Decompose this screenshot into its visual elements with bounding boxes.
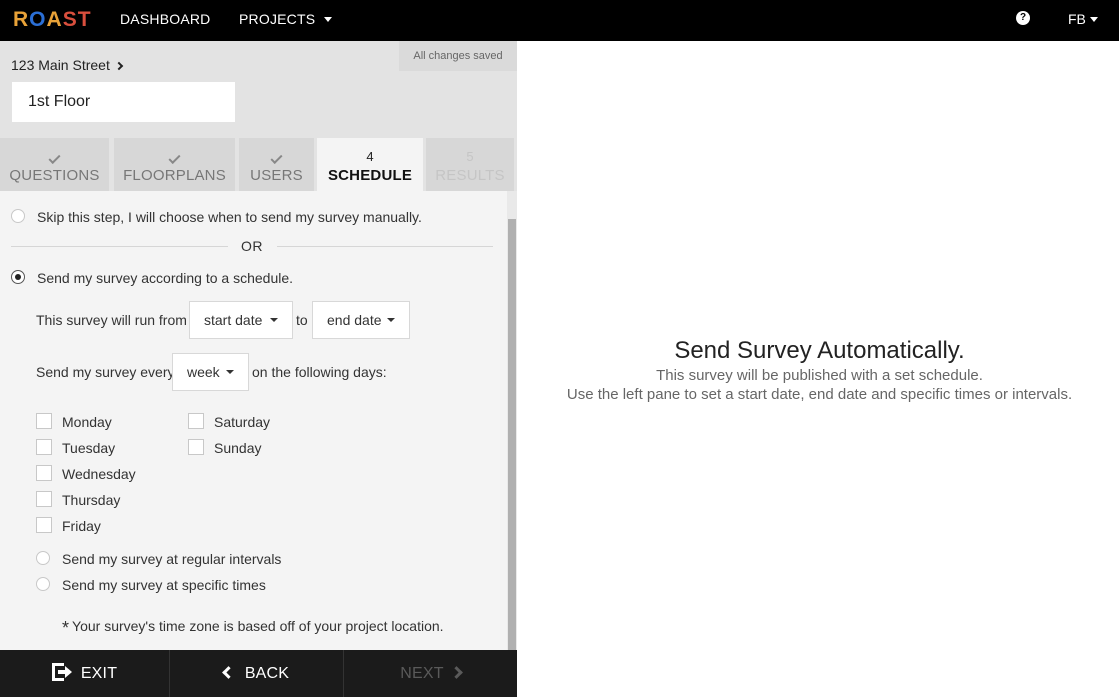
divider [11,246,228,247]
specific-times-radio[interactable] [36,577,50,591]
day-label: Monday [62,414,112,430]
skip-radio[interactable] [11,209,25,223]
caret-down-icon [324,17,333,22]
user-menu[interactable]: FB [1068,11,1098,27]
user-initials: FB [1068,11,1086,27]
roast-logo[interactable]: ROAST [13,8,92,32]
breadcrumb-label: 123 Main Street [11,57,110,73]
period-dropdown[interactable]: week [172,353,249,391]
day-label: Saturday [214,414,271,430]
or-separator: OR [241,238,263,254]
info-line-2: Use the left pane to set a start date, e… [566,386,1073,403]
timezone-note: * Your survey's time zone is based off of… [62,618,444,639]
specific-times-option-label: Send my survey at specific times [62,577,266,593]
timezone-note-text: Your survey's time zone is based off of … [72,618,444,634]
end-date-value: end date [327,312,382,328]
period-value: week [187,364,220,380]
day-label: Wednesday [62,466,136,482]
tab-questions[interactable]: QUESTIONS [0,138,109,191]
scrollbar-thumb[interactable] [508,219,516,650]
caret-down-icon [1089,17,1098,22]
check-icon [48,151,61,165]
run-from-label: This survey will run from [36,312,187,328]
wednesday-checkbox[interactable] [36,465,52,481]
intervals-option-label: Send my survey at regular intervals [62,551,282,567]
tab-label: SCHEDULE [327,167,413,184]
chevron-right-icon [114,61,124,71]
schedule-option-label: Send my survey according to a schedule. [37,270,294,286]
day-label: Sunday [214,440,262,456]
tab-label: USERS [250,167,303,184]
nav-projects[interactable]: PROJECTS [239,11,333,27]
tab-users[interactable]: USERS [239,138,314,191]
back-label: BACK [244,665,290,682]
day-label: Friday [62,518,101,534]
caret-down-icon [270,318,278,322]
info-title: Send Survey Automatically. [674,337,965,364]
exit-label: EXIT [80,665,118,682]
caret-down-icon [387,318,395,322]
schedule-radio[interactable] [11,270,25,284]
check-icon [270,151,283,165]
start-date-dropdown[interactable]: start date [189,301,293,339]
top-nav: ROAST DASHBOARD PROJECTS ? FB [0,0,1119,41]
send-every-label: Send my survey every [36,364,175,380]
start-date-value: start date [204,312,263,328]
to-label: to [296,312,308,328]
wizard-footer: EXIT BACK NEXT [0,650,517,697]
check-icon [168,151,181,165]
nav-projects-label: PROJECTS [239,11,316,27]
saturday-checkbox[interactable] [188,413,204,429]
day-label: Thursday [62,492,121,508]
following-days-label: on the following days: [252,364,387,380]
tab-label: RESULTS [435,167,505,184]
friday-checkbox[interactable] [36,517,52,533]
next-button: NEXT [344,650,517,697]
tab-results: 5 RESULTS [426,138,514,191]
day-label: Tuesday [62,440,116,456]
tuesday-checkbox[interactable] [36,439,52,455]
tab-label: FLOORPLANS [123,167,226,184]
tab-label: QUESTIONS [9,167,100,184]
thursday-checkbox[interactable] [36,491,52,507]
tab-step-number: 4 [366,149,374,164]
breadcrumb[interactable]: 123 Main Street [11,57,124,73]
tab-floorplans[interactable]: FLOORPLANS [114,138,235,191]
next-label: NEXT [400,665,444,682]
intervals-radio[interactable] [36,551,50,565]
end-date-dropdown[interactable]: end date [312,301,410,339]
chevron-left-icon [221,666,235,679]
tab-step-number: 5 [466,149,474,164]
asterisk: * [62,618,70,638]
caret-down-icon [226,370,234,374]
divider [277,246,493,247]
exit-button[interactable]: EXIT [0,650,169,697]
info-line-1: This survey will be published with a set… [656,367,983,384]
sunday-checkbox[interactable] [188,439,204,455]
chevron-right-icon [449,666,463,679]
nav-dashboard[interactable]: DASHBOARD [120,11,210,27]
help-icon[interactable]: ? [1016,11,1030,25]
tab-schedule[interactable]: 4 SCHEDULE [317,138,423,191]
exit-icon [51,663,72,681]
back-button[interactable]: BACK [170,650,343,697]
save-status: All changes saved [399,41,517,71]
skip-option-label: Skip this step, I will choose when to se… [37,209,422,225]
monday-checkbox[interactable] [36,413,52,429]
floor-name-input[interactable] [12,82,235,122]
